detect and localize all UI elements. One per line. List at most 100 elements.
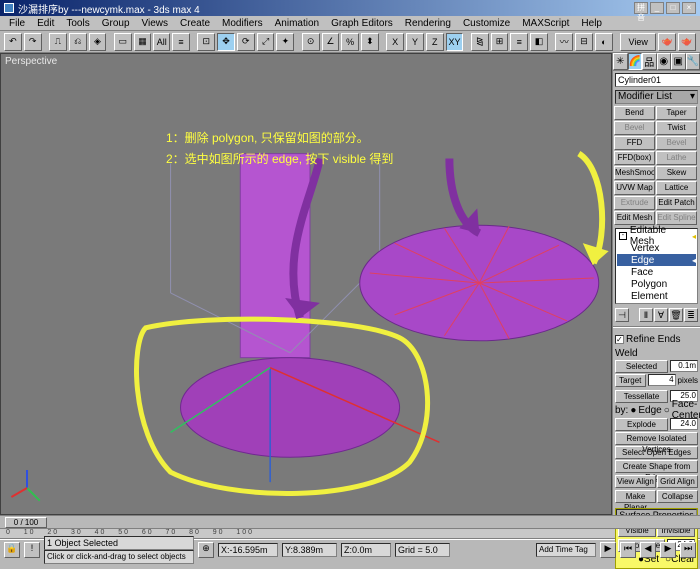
mod-bevel[interactable]: Bevel — [614, 121, 655, 135]
time-tag[interactable]: Add Time Tag — [536, 543, 596, 557]
bind-button[interactable]: ◈ — [89, 33, 107, 51]
grid-align-button[interactable]: Grid Align — [657, 475, 698, 488]
viewport-perspective[interactable]: Perspective — [0, 53, 612, 515]
object-name-field[interactable] — [615, 73, 700, 87]
coord-x[interactable]: X:-16.595m — [218, 543, 278, 557]
remove-mod-button[interactable]: 🗑 — [669, 308, 683, 322]
stack-element[interactable]: Element — [617, 290, 696, 302]
mirror-button[interactable]: ⧎ — [471, 33, 489, 51]
selection-filter[interactable]: All — [153, 33, 170, 51]
refine-ends-check[interactable] — [615, 335, 624, 344]
stack-polygon[interactable]: Polygon — [617, 278, 696, 290]
modifier-list-dropdown[interactable]: Modifier List▾ — [615, 90, 698, 104]
mod-lattice[interactable]: Lattice — [656, 181, 697, 195]
configure-button[interactable]: ≣ — [684, 308, 698, 322]
rotate-button[interactable]: ⟳ — [237, 33, 255, 51]
axis-x[interactable]: X — [386, 33, 404, 51]
select-button[interactable]: ▭ — [114, 33, 132, 51]
mod-uvw[interactable]: UVW Map — [614, 181, 655, 195]
remove-iso-button[interactable]: Remove Isolated Vertices — [615, 432, 698, 445]
explode-field[interactable]: 24.0 — [670, 418, 698, 430]
coord-y[interactable]: Y:8.389m — [282, 543, 337, 557]
menu-graph[interactable]: Graph Editors — [326, 18, 398, 29]
named-sel-button[interactable]: ◧ — [530, 33, 548, 51]
move-button[interactable]: ✥ — [217, 33, 235, 51]
make-unique-button[interactable]: ∀ — [654, 308, 668, 322]
transform-typein-button[interactable]: ⊕ — [198, 542, 214, 558]
next-frame-button[interactable]: ▶ — [660, 542, 676, 558]
select-name-button[interactable]: ≡ — [172, 33, 190, 51]
undo-button[interactable]: ↶ — [4, 33, 22, 51]
ref-coord-dropdown[interactable]: View — [620, 33, 656, 51]
stack-face[interactable]: Face — [617, 266, 696, 278]
select-open-edges-button[interactable]: Select Open Edges — [615, 446, 698, 459]
align-button[interactable]: ≡ — [510, 33, 528, 51]
tab-modify[interactable]: 🌈 — [628, 53, 643, 70]
tab-create[interactable]: ✳ — [613, 53, 628, 70]
play-button[interactable]: ▶ — [600, 542, 616, 558]
percent-snap-button[interactable]: % — [341, 33, 359, 51]
tessellate-button[interactable]: Tessellate — [615, 390, 668, 403]
lock-selection-button[interactable]: 🔒 — [4, 542, 20, 558]
create-shape-button[interactable]: Create Shape from Edges — [615, 460, 698, 473]
spinner-snap-button[interactable]: ⬍ — [361, 33, 379, 51]
unlink-button[interactable]: ⎌ — [69, 33, 87, 51]
mod-editmesh[interactable]: Edit Mesh — [614, 211, 655, 225]
angle-snap-button[interactable]: ∠ — [322, 33, 340, 51]
make-planar-button[interactable]: Make Planar — [615, 490, 656, 503]
menu-create[interactable]: Create — [175, 18, 215, 29]
pin-stack-button[interactable]: ⊣ — [615, 308, 629, 322]
tab-display[interactable]: ▣ — [671, 53, 686, 70]
stack-edge[interactable]: Edge◂ — [617, 254, 696, 266]
time-slider[interactable]: 0 / 100 — [0, 515, 700, 529]
tab-hierarchy[interactable]: 品 — [642, 53, 657, 70]
menu-views[interactable]: Views — [137, 18, 174, 29]
weld-selected-button[interactable]: Selected — [615, 360, 668, 373]
schematic-button[interactable]: ⊟ — [575, 33, 593, 51]
mod-twist[interactable]: Twist — [656, 121, 697, 135]
manip-button[interactable]: ✦ — [276, 33, 294, 51]
mod-editspline[interactable]: Edit Spline — [656, 211, 697, 225]
material-button[interactable]: ◐ — [595, 33, 613, 51]
menu-file[interactable]: File — [4, 18, 30, 29]
show-result-button[interactable]: Ⅱ — [639, 308, 653, 322]
weld-threshold-field[interactable]: 0.1m — [670, 360, 698, 372]
tab-motion[interactable]: ◉ — [657, 53, 672, 70]
axis-z[interactable]: Z — [426, 33, 444, 51]
mod-skew[interactable]: Skew — [656, 166, 697, 180]
modifier-stack[interactable]: -Editable Mesh◂ Vertex Edge◂ Face Polygo… — [615, 228, 698, 304]
mod-bend[interactable]: Bend — [614, 106, 655, 120]
mod-taper[interactable]: Taper — [656, 106, 697, 120]
array-button[interactable]: ⊞ — [491, 33, 509, 51]
menu-maxscript[interactable]: MAXScript — [517, 18, 574, 29]
menu-group[interactable]: Group — [97, 18, 135, 29]
script-button[interactable]: ! — [24, 542, 40, 558]
maximize-button[interactable]: □ — [666, 2, 680, 14]
explode-button[interactable]: Explode — [615, 418, 668, 431]
weld-target-field[interactable]: 4 — [648, 374, 676, 386]
prev-frame-button[interactable]: ◀ — [640, 542, 656, 558]
select-region-button[interactable]: ▦ — [134, 33, 152, 51]
menu-tools[interactable]: Tools — [61, 18, 94, 29]
menu-animation[interactable]: Animation — [270, 18, 324, 29]
menu-modifiers[interactable]: Modifiers — [217, 18, 268, 29]
mod-lathe[interactable]: Lathe — [656, 151, 697, 165]
goto-start-button[interactable]: ⏮ — [620, 542, 636, 558]
axis-xy[interactable]: XY — [446, 33, 464, 51]
tab-utilities[interactable]: 🔧 — [686, 53, 700, 70]
minimize-button[interactable]: _ — [650, 2, 664, 14]
axis-y[interactable]: Y — [406, 33, 424, 51]
quick-render-button[interactable]: 🫖 — [678, 33, 696, 51]
close-button[interactable]: × — [682, 2, 696, 14]
coord-z[interactable]: Z:0.0m — [341, 543, 391, 557]
weld-target-button[interactable]: Target — [615, 374, 646, 387]
redo-button[interactable]: ↷ — [24, 33, 42, 51]
window-crossing-button[interactable]: ⊡ — [197, 33, 215, 51]
menu-customize[interactable]: Customize — [458, 18, 515, 29]
time-slider-thumb[interactable]: 0 / 100 — [5, 517, 47, 528]
mod-extrude[interactable]: Extrude — [614, 196, 655, 210]
mod-ffd2[interactable]: FFD 2x2x2 — [614, 136, 655, 150]
scale-button[interactable]: ⤢ — [257, 33, 275, 51]
goto-end-button[interactable]: ⏭ — [680, 542, 696, 558]
link-button[interactable]: ⎍ — [49, 33, 67, 51]
